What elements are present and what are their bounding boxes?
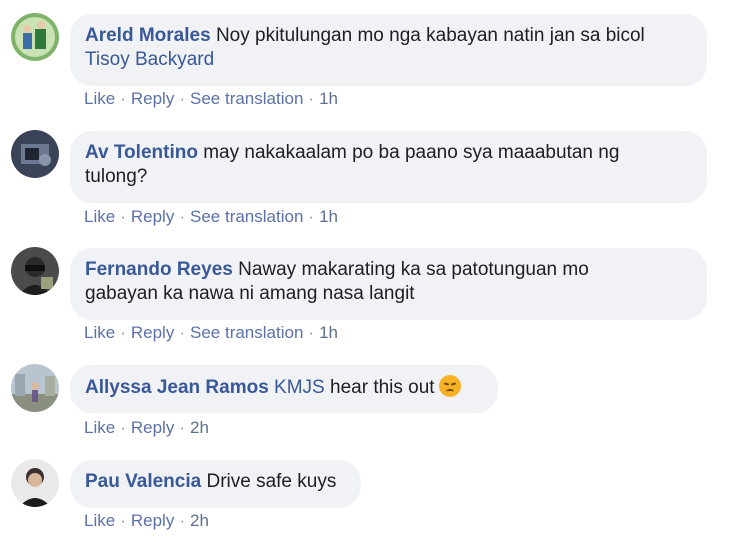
author-name[interactable]: Allyssa Jean Ramos — [85, 377, 269, 398]
comment-bubble: Areld Morales Noy pkitulungan mo nga kab… — [70, 14, 707, 86]
like-link[interactable]: Like — [84, 511, 115, 530]
comment-text-continued: gabayan ka nawa ni amang nasa langit — [85, 283, 415, 304]
comment-actions: Like · Reply · 2h — [84, 511, 209, 530]
see-translation-link[interactable]: See translation — [190, 207, 303, 226]
tagged-page[interactable]: Tisoy Backyard — [85, 49, 214, 70]
reply-link[interactable]: Reply — [131, 418, 174, 437]
sad-face-emoji-icon — [438, 375, 461, 397]
reply-link[interactable]: Reply — [131, 207, 174, 226]
avatar[interactable] — [11, 364, 59, 412]
comment-text: hear this out — [330, 377, 435, 398]
like-link[interactable]: Like — [84, 323, 115, 342]
comment-bubble: Fernando Reyes Naway makarating ka sa pa… — [70, 248, 707, 320]
comment-text-continued: tulong? — [85, 166, 148, 187]
like-link[interactable]: Like — [84, 207, 115, 226]
comment-text: Naway makarating ka sa patotunguan mo — [238, 259, 589, 280]
timestamp[interactable]: 1h — [319, 207, 338, 226]
author-name[interactable]: Av Tolentino — [85, 142, 198, 163]
comment-text: Drive safe kuys — [206, 471, 337, 492]
timestamp[interactable]: 1h — [319, 89, 338, 108]
author-name[interactable]: Fernando Reyes — [85, 259, 233, 280]
see-translation-link[interactable]: See translation — [190, 323, 303, 342]
timestamp[interactable]: 2h — [190, 511, 209, 530]
like-link[interactable]: Like — [84, 418, 115, 437]
author-name[interactable]: Areld Morales — [85, 25, 211, 46]
timestamp[interactable]: 1h — [319, 323, 338, 342]
reply-link[interactable]: Reply — [131, 89, 174, 108]
reply-link[interactable]: Reply — [131, 511, 174, 530]
comment-bubble: Allyssa Jean Ramos KMJS hear this out — [70, 365, 498, 413]
avatar[interactable] — [11, 459, 59, 507]
avatar[interactable] — [11, 13, 59, 61]
comment-bubble: Pau Valencia Drive safe kuys — [70, 460, 361, 508]
like-link[interactable]: Like — [84, 89, 115, 108]
reply-link[interactable]: Reply — [131, 323, 174, 342]
timestamp[interactable]: 2h — [190, 418, 209, 437]
author-name[interactable]: Pau Valencia — [85, 471, 201, 492]
comment-text: may nakakaalam po ba paano sya maaabutan… — [203, 142, 620, 163]
comment-bubble: Av Tolentino may nakakaalam po ba paano … — [70, 131, 707, 203]
comment-actions: Like · Reply · See translation · 1h — [84, 323, 338, 342]
avatar[interactable] — [11, 247, 59, 295]
comment-actions: Like · Reply · See translation · 1h — [84, 207, 338, 226]
see-translation-link[interactable]: See translation — [190, 89, 303, 108]
comment-actions: Like · Reply · 2h — [84, 418, 209, 437]
tagged-page[interactable]: KMJS — [274, 377, 325, 398]
avatar[interactable] — [11, 130, 59, 178]
comment-actions: Like · Reply · See translation · 1h — [84, 89, 338, 108]
comment-text: Noy pkitulungan mo nga kabayan natin jan… — [215, 25, 645, 46]
